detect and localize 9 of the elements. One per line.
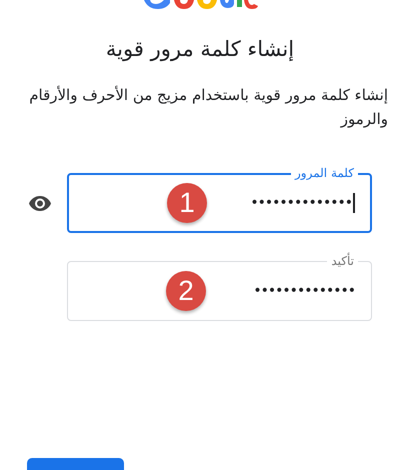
- field-label: تأكيد: [327, 253, 358, 269]
- page-title: إنشاء كلمة مرور قوية: [104, 36, 296, 63]
- text-caret: [353, 193, 355, 213]
- number-marker: 1: [167, 183, 207, 223]
- password-dots: ••••••••••••••: [253, 283, 355, 299]
- password-dots: ••••••••••••••: [250, 195, 352, 211]
- page-subtitle: إنشاء كلمة مرور قوية باستخدام مزيج من الأحرف والأرقام والرموز: [28, 84, 388, 130]
- number-marker: 2: [166, 271, 206, 311]
- field-label: كلمة المرور: [290, 165, 358, 181]
